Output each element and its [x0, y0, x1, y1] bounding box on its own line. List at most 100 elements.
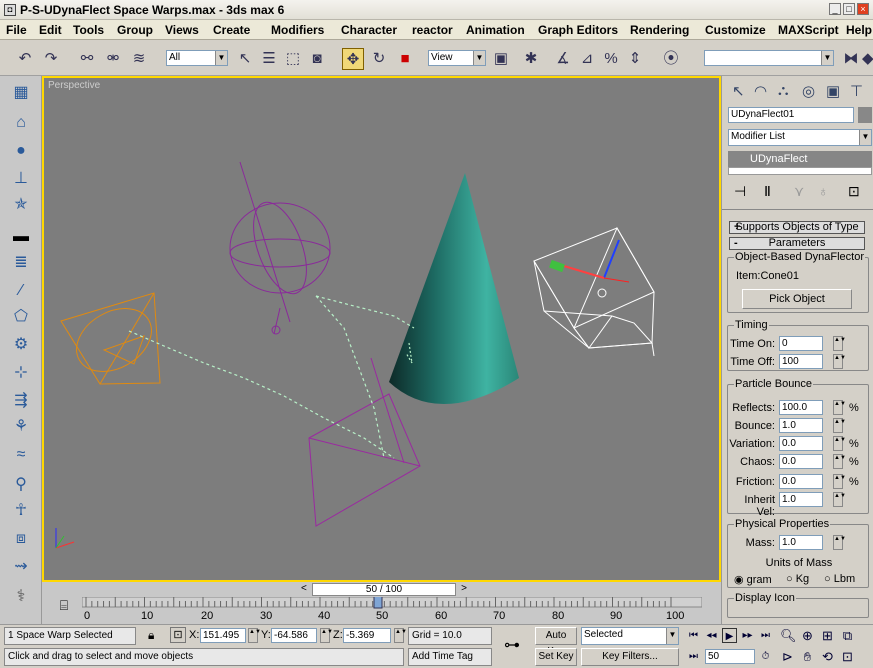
- scale-icon[interactable]: ■: [394, 48, 416, 70]
- current-frame-field[interactable]: 50: [705, 649, 755, 664]
- app-icon[interactable]: ◘: [4, 4, 16, 16]
- modifier-list-dropdown[interactable]: Modifier List ▼: [728, 129, 872, 146]
- variation-field[interactable]: 0.0: [779, 436, 823, 451]
- spinner-icon[interactable]: ▲▼: [833, 492, 846, 507]
- align-icon[interactable]: ◆: [862, 48, 873, 70]
- create-star-icon[interactable]: ✯: [10, 194, 32, 216]
- motion-tab-icon[interactable]: ◎: [802, 82, 815, 100]
- create-systems-icon[interactable]: ⚲: [10, 474, 32, 496]
- menu-graph-editors[interactable]: Graph Editors: [538, 23, 618, 37]
- create-patch-icon[interactable]: ⇝: [10, 556, 32, 578]
- utilities-tab-icon[interactable]: ⊤: [850, 82, 863, 100]
- modifier-stack-item[interactable]: UDynaFlect: [728, 151, 872, 167]
- add-time-tag-button[interactable]: Add Time Tag: [408, 648, 492, 666]
- key-filters-button[interactable]: Key Filters...: [581, 648, 679, 666]
- time-off-field[interactable]: 100: [779, 354, 823, 369]
- named-selection-icon[interactable]: ⦿: [660, 48, 682, 70]
- zoom-icon[interactable]: 🔍︎: [780, 628, 797, 643]
- hierarchy-tab-icon[interactable]: ⛬: [778, 82, 789, 99]
- bounce-field[interactable]: 1.0: [779, 418, 823, 433]
- rotate-icon[interactable]: ↻: [368, 48, 390, 70]
- minimize-button[interactable]: _: [829, 3, 841, 15]
- menu-animation[interactable]: Animation: [466, 23, 525, 37]
- x-coordinate-field[interactable]: 151.495: [200, 628, 246, 643]
- zoom-extents-all-icon[interactable]: ⧉: [840, 628, 855, 643]
- spinner-icon[interactable]: ▲▼: [833, 400, 846, 415]
- set-key-button[interactable]: Set Key: [535, 648, 577, 666]
- snaps-toggle-icon[interactable]: ∡: [552, 48, 574, 70]
- menu-help[interactable]: Help: [846, 23, 872, 37]
- chaos-field[interactable]: 0.0: [779, 454, 823, 469]
- modify-tab-icon[interactable]: ◠: [754, 82, 767, 100]
- radio-lbm[interactable]: ○ Lbm: [824, 573, 855, 585]
- unlink-icon[interactable]: ⚮: [102, 48, 124, 70]
- object-name-field[interactable]: UDynaFlect01: [728, 107, 854, 123]
- spinner-icon[interactable]: ▲▼: [833, 354, 846, 369]
- create-torus-icon[interactable]: ⚙: [10, 334, 32, 356]
- set-key-mode-icon[interactable]: ⊶: [504, 635, 520, 655]
- zoom-extents-icon[interactable]: ⊞: [820, 628, 835, 643]
- create-sphere-icon[interactable]: ●: [10, 140, 32, 162]
- spinner-icon[interactable]: ▲▼: [320, 628, 333, 643]
- time-slider[interactable]: < 50 / 100 >: [301, 583, 467, 596]
- select-object-icon[interactable]: ↖: [234, 48, 256, 70]
- menu-modifiers[interactable]: Modifiers: [271, 23, 324, 37]
- rollout-supports-objects[interactable]: + Supports Objects of Type: [729, 221, 865, 234]
- percent-snap-icon[interactable]: %: [600, 48, 622, 70]
- menu-maxscript[interactable]: MAXScript: [778, 23, 839, 37]
- select-by-name-icon[interactable]: ☰: [258, 48, 280, 70]
- inherit-vel-field[interactable]: 1.0: [779, 492, 823, 507]
- create-helper-icon[interactable]: ⚘: [10, 416, 32, 438]
- create-light-icon[interactable]: ⊹: [10, 362, 32, 384]
- close-button[interactable]: ×: [857, 3, 869, 15]
- create-particles-icon[interactable]: ⧈: [10, 528, 32, 550]
- window-crossing-icon[interactable]: ◙: [306, 48, 328, 70]
- auto-key-button[interactable]: Auto Key: [535, 627, 577, 657]
- mass-field[interactable]: 1.0: [779, 535, 823, 550]
- menu-create[interactable]: Create: [213, 23, 250, 37]
- menu-rendering[interactable]: Rendering: [630, 23, 689, 37]
- spinner-icon[interactable]: ▲▼: [248, 628, 261, 643]
- reference-coordinate-dropdown[interactable]: View ▼: [428, 50, 486, 66]
- angle-snap-icon[interactable]: ⊿: [576, 48, 598, 70]
- create-line-icon[interactable]: ∕: [10, 280, 32, 302]
- spinner-icon[interactable]: ▲▼: [394, 628, 407, 643]
- zoom-all-icon[interactable]: ⊕: [800, 628, 815, 643]
- spinner-icon[interactable]: ▲▼: [833, 336, 846, 351]
- spinner-icon[interactable]: ▲▼: [833, 418, 846, 433]
- maximize-viewport-icon[interactable]: ⊡: [840, 649, 855, 664]
- create-cone-icon[interactable]: ⌂: [10, 112, 32, 134]
- menu-character[interactable]: Character: [341, 23, 397, 37]
- friction-field[interactable]: 0.0: [779, 474, 823, 489]
- spinner-icon[interactable]: ▲▼: [833, 535, 846, 550]
- spinner-icon[interactable]: ▲▼: [833, 454, 846, 469]
- lock-selection-icon[interactable]: 🔒︎: [148, 628, 154, 643]
- move-icon[interactable]: ✥: [342, 48, 364, 70]
- time-on-field[interactable]: 0: [779, 336, 823, 351]
- menu-views[interactable]: Views: [165, 23, 199, 37]
- reflects-field[interactable]: 100.0: [779, 400, 823, 415]
- show-end-result-icon[interactable]: Ⅱ: [764, 183, 771, 200]
- spinner-icon[interactable]: ▲▼: [833, 436, 846, 451]
- menu-customize[interactable]: Customize: [705, 23, 766, 37]
- named-selection-sets-dropdown[interactable]: ▼: [704, 50, 834, 66]
- menu-group[interactable]: Group: [117, 23, 153, 37]
- go-to-start-icon[interactable]: ⏮: [686, 628, 701, 643]
- link-icon[interactable]: ⚯: [76, 48, 98, 70]
- z-coordinate-field[interactable]: -5.369: [343, 628, 391, 643]
- go-to-end-icon[interactable]: ⏭: [758, 628, 773, 643]
- create-fx-icon[interactable]: ⚕: [10, 586, 32, 608]
- make-unique-icon[interactable]: ⋎: [794, 183, 804, 200]
- menu-reactor[interactable]: reactor: [412, 23, 453, 37]
- create-space-warp-icon[interactable]: ≈: [10, 444, 32, 466]
- previous-frame-icon[interactable]: ◂◂: [704, 628, 719, 643]
- next-frame-icon[interactable]: ▸▸: [740, 628, 755, 643]
- spinner-snap-icon[interactable]: ⇕: [624, 48, 646, 70]
- perspective-viewport[interactable]: Perspective: [42, 76, 721, 582]
- chevron-left-icon[interactable]: <: [301, 583, 307, 594]
- create-shape-icon[interactable]: ⬠: [10, 306, 32, 328]
- selected-dropdown[interactable]: Selected ▼: [581, 627, 679, 645]
- manipulate-icon[interactable]: ✱: [520, 48, 542, 70]
- pick-object-button[interactable]: Pick Object: [742, 289, 852, 309]
- create-box-icon[interactable]: ▦: [10, 82, 32, 104]
